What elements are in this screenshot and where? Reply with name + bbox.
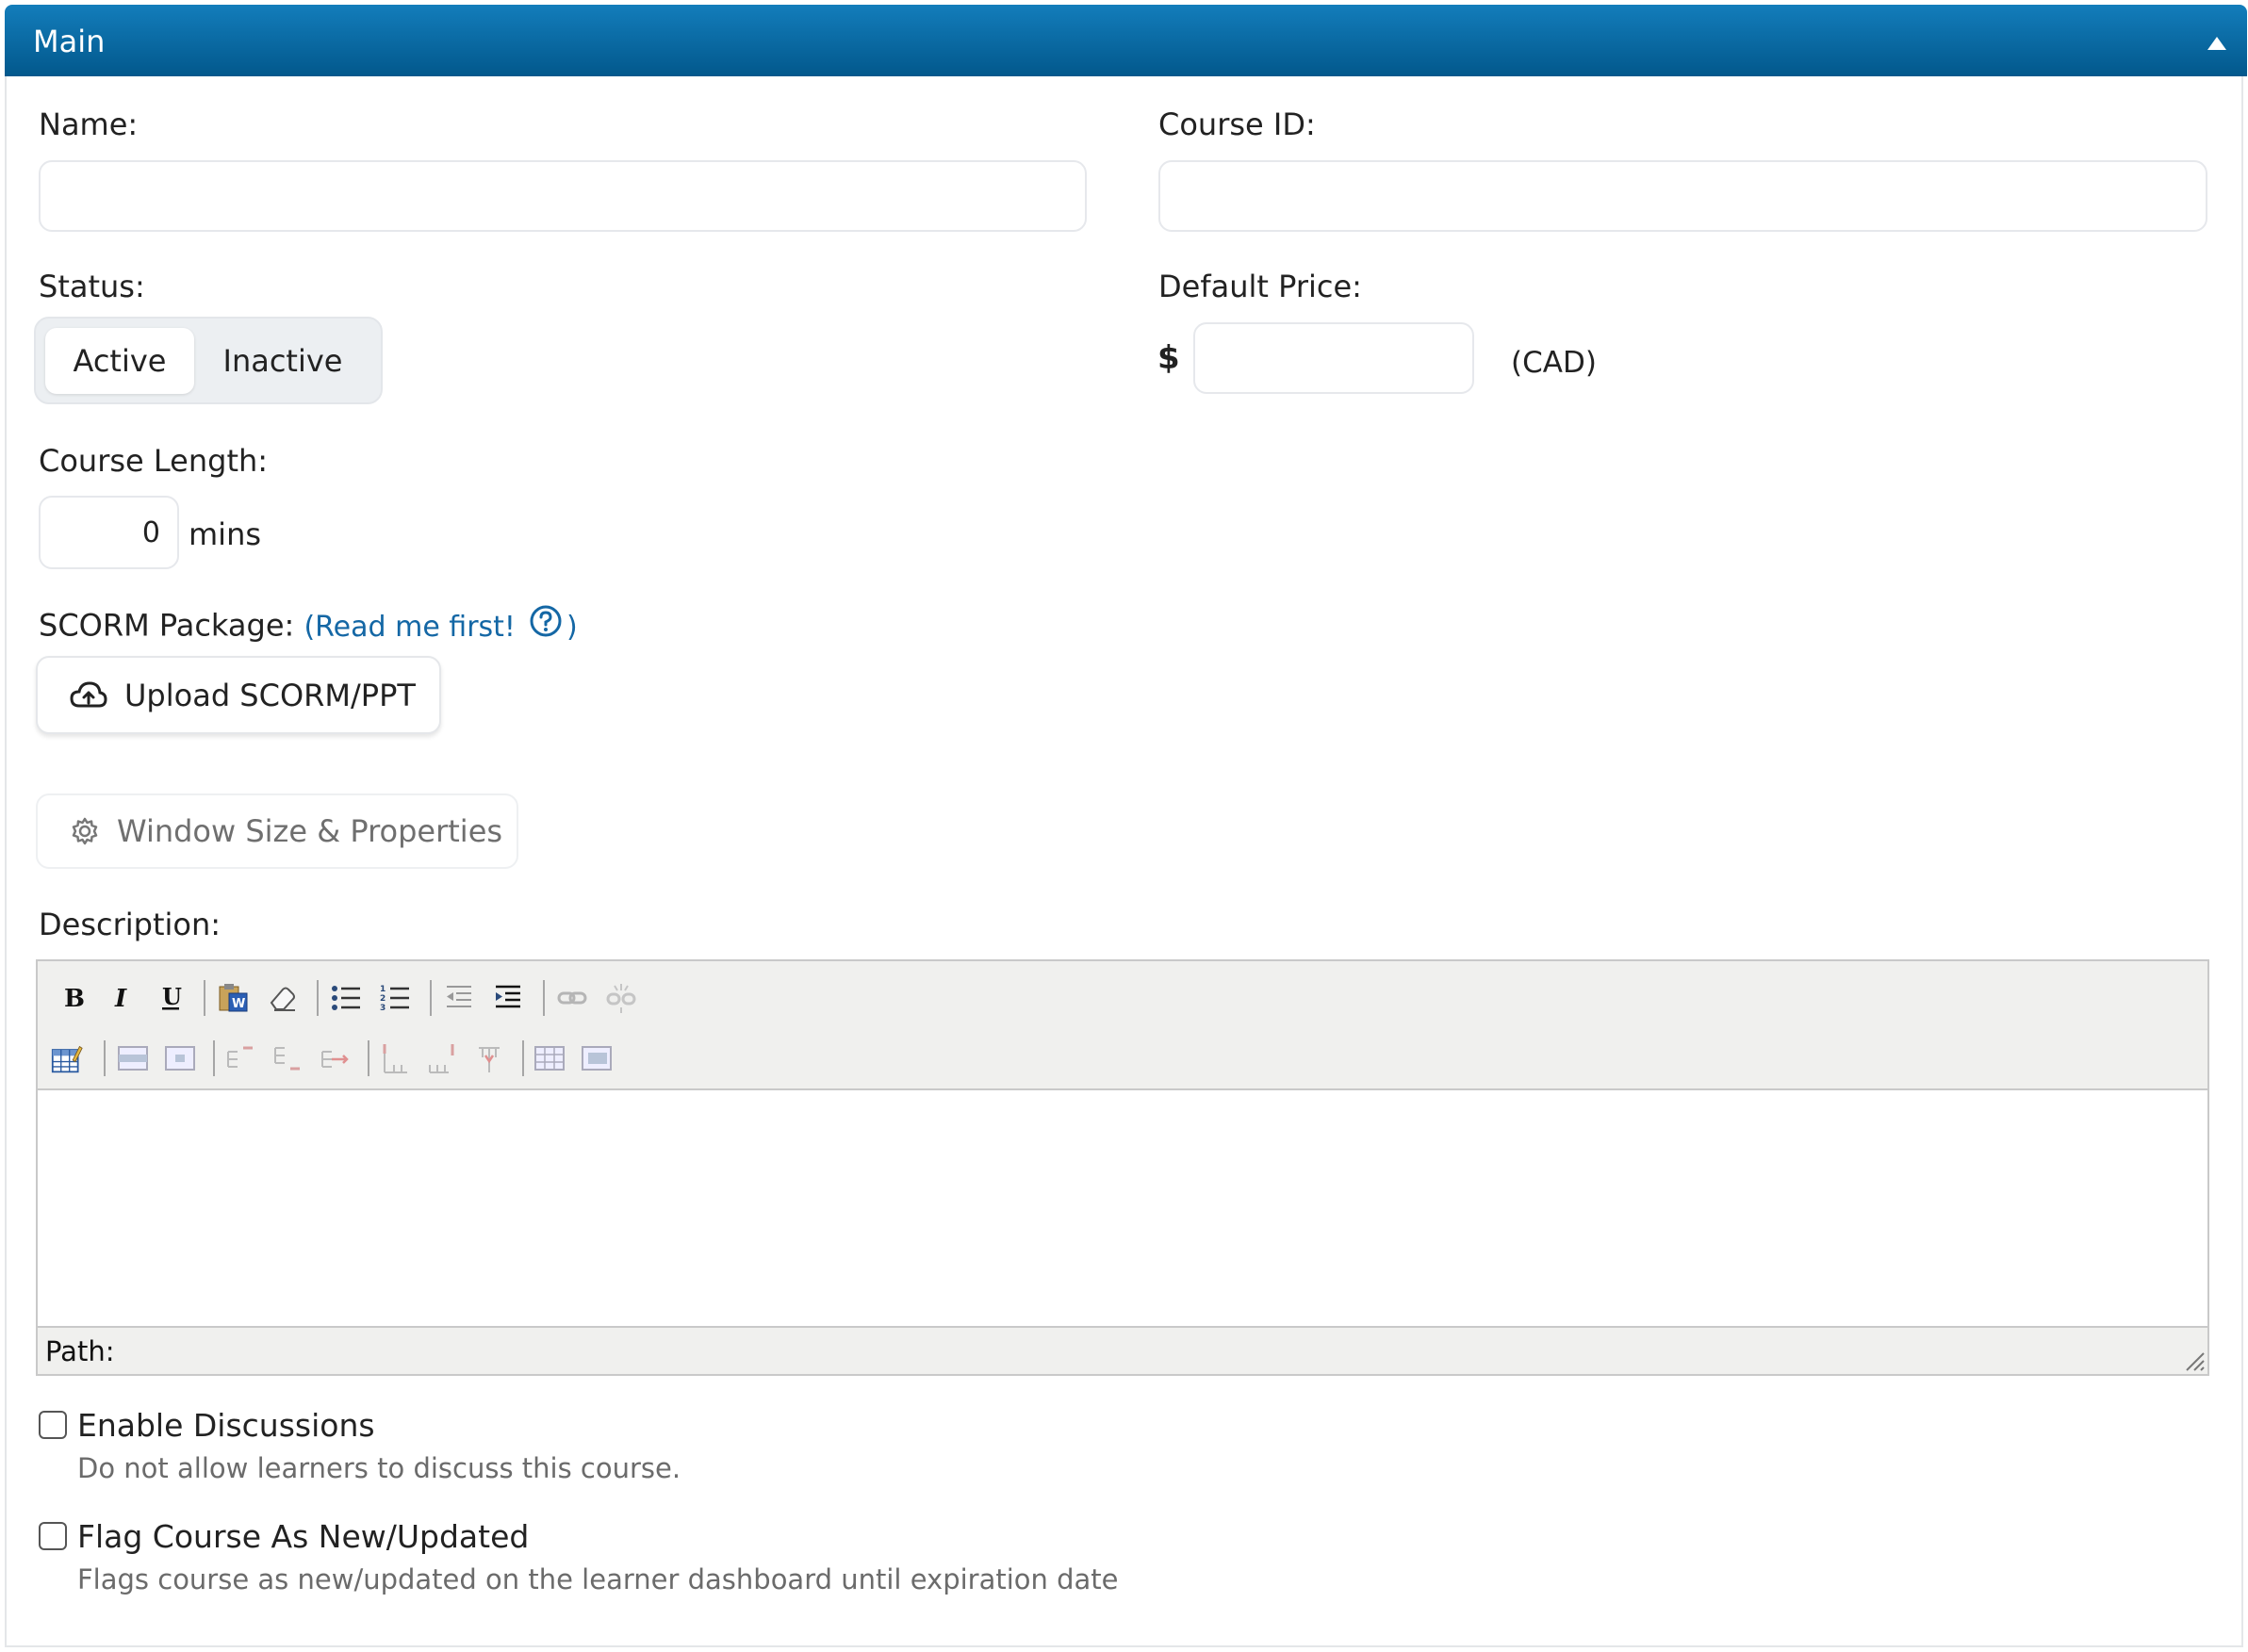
read-me-link[interactable]: (Read me first!) <box>304 605 578 644</box>
flag-course-checkbox[interactable] <box>39 1522 67 1550</box>
ordered-list-icon[interactable]: 123 <box>379 982 411 1014</box>
svg-text:2: 2 <box>380 994 386 1004</box>
insert-table-icon[interactable] <box>51 1042 83 1074</box>
cloud-upload-icon <box>70 680 107 711</box>
svg-text:1: 1 <box>380 985 386 994</box>
eraser-icon[interactable] <box>266 982 298 1014</box>
underline-button[interactable]: U <box>155 982 187 1014</box>
insert-row-after-icon[interactable] <box>271 1042 304 1074</box>
insert-col-before-icon[interactable] <box>379 1042 411 1074</box>
panel-title: Main <box>33 24 106 59</box>
course-id-input[interactable] <box>1158 160 2207 232</box>
status-inactive-button[interactable]: Inactive <box>198 328 368 394</box>
svg-text:W: W <box>232 997 245 1011</box>
status-active-button[interactable]: Active <box>45 328 194 394</box>
name-label: Name: <box>39 106 139 142</box>
flag-course-help: Flags course as new/updated on the learn… <box>77 1563 1119 1595</box>
course-length-input[interactable] <box>39 496 179 569</box>
upload-scorm-label: Upload SCORM/PPT <box>124 677 416 713</box>
split-cells-icon[interactable] <box>533 1042 566 1074</box>
svg-text:I: I <box>114 985 127 1011</box>
default-price-label: Default Price: <box>1158 269 1362 304</box>
svg-text:3: 3 <box>380 1004 386 1013</box>
course-length-label: Course Length: <box>39 443 269 479</box>
window-size-label: Window Size & Properties <box>117 813 503 849</box>
gear-icon <box>70 816 100 846</box>
table-cell-props-icon[interactable] <box>164 1042 196 1074</box>
unordered-list-icon[interactable] <box>330 982 362 1014</box>
window-size-button[interactable]: Window Size & Properties <box>36 793 518 869</box>
question-circle-icon[interactable] <box>529 604 563 646</box>
course-id-label: Course ID: <box>1158 106 1316 142</box>
italic-button[interactable]: I <box>106 982 138 1014</box>
scorm-package-label: SCORM Package: <box>39 607 295 644</box>
description-label: Description: <box>39 907 222 942</box>
scorm-package-row: SCORM Package: (Read me first!) <box>39 604 578 651</box>
svg-text:U: U <box>162 984 182 1010</box>
insert-col-after-icon[interactable] <box>426 1042 458 1074</box>
link-icon[interactable] <box>556 982 588 1014</box>
indent-icon[interactable] <box>492 982 524 1014</box>
table-row-props-icon[interactable] <box>117 1042 149 1074</box>
name-input[interactable] <box>39 160 1087 232</box>
read-me-open-paren: ( <box>304 610 316 644</box>
svg-text:B: B <box>64 985 85 1011</box>
read-me-close-paren: ) <box>566 610 578 644</box>
course-length-unit: mins <box>189 516 262 552</box>
description-textarea[interactable] <box>38 1092 2207 1328</box>
upload-scorm-button[interactable]: Upload SCORM/PPT <box>36 656 441 734</box>
read-me-link-text[interactable]: Read me first! <box>315 611 516 644</box>
paste-word-icon[interactable]: W <box>217 982 249 1014</box>
unlink-icon[interactable] <box>605 982 637 1014</box>
flag-course-label[interactable]: Flag Course As New/Updated <box>77 1518 529 1555</box>
enable-discussions-help: Do not allow learners to discuss this co… <box>77 1452 681 1484</box>
triangle-up-icon[interactable] <box>2207 37 2226 50</box>
description-editor: B I U W 123 Path: <box>36 959 2209 1376</box>
resize-grip-icon[interactable] <box>2183 1349 2206 1372</box>
delete-row-icon[interactable] <box>319 1042 351 1074</box>
path-label: Path: <box>45 1335 115 1367</box>
merge-cells-icon[interactable] <box>581 1042 613 1074</box>
outdent-icon[interactable] <box>443 982 475 1014</box>
currency-symbol: $ <box>1157 339 1180 377</box>
status-label: Status: <box>39 269 145 304</box>
editor-toolbar: B I U W 123 <box>38 961 2207 1090</box>
status-toggle: Active Inactive <box>34 317 383 404</box>
delete-col-icon[interactable] <box>473 1042 505 1074</box>
price-input[interactable] <box>1193 322 1474 394</box>
insert-row-before-icon[interactable] <box>224 1042 256 1074</box>
currency-code: (CAD) <box>1511 346 1597 380</box>
enable-discussions-checkbox[interactable] <box>39 1411 67 1439</box>
bold-button[interactable]: B <box>57 982 89 1014</box>
editor-statusbar: Path: <box>38 1326 2207 1374</box>
enable-discussions-label[interactable]: Enable Discussions <box>77 1407 375 1444</box>
panel-header[interactable]: Main <box>5 5 2247 76</box>
